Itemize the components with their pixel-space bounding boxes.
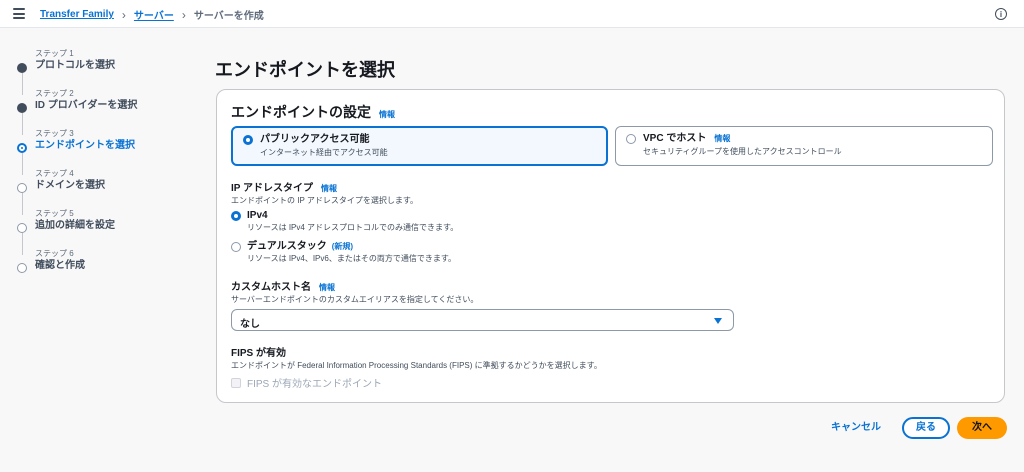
step-title: エンドポイントを選択: [35, 140, 135, 151]
info-link[interactable]: 情報: [319, 282, 335, 294]
option-title: IPv4: [247, 210, 268, 221]
option-description: インターネット経由でアクセス可能: [260, 148, 388, 157]
chevron-right-icon: ›: [121, 7, 126, 22]
option-title-text: デュアルスタック: [247, 241, 327, 252]
step-2[interactable]: ステップ 2 ID プロバイダーを選択: [17, 89, 177, 135]
wizard-steps: ステップ 1 プロトコルを選択 ステップ 2 ID プロバイダーを選択 ステップ…: [17, 49, 177, 289]
radio-button[interactable]: [231, 211, 241, 221]
endpoint-option-vpc[interactable]: VPC でホスト 情報 セキュリティグループを使用したアクセスコントロール: [615, 126, 993, 166]
radio-button[interactable]: [626, 134, 636, 144]
custom-hostname-section: カスタムホスト名 情報 サーバーエンドポイントのカスタムエイリアスを指定してくだ…: [231, 282, 478, 305]
endpoint-option-public[interactable]: パブリックアクセス可能 インターネット経由でアクセス可能: [231, 126, 608, 166]
step-number: ステップ 1: [35, 49, 74, 58]
step-pending-icon: [17, 223, 27, 233]
info-link[interactable]: 情報: [321, 183, 337, 195]
page-title: エンドポイントを選択: [215, 60, 395, 80]
breadcrumb-transfer-family[interactable]: Transfer Family: [40, 9, 114, 20]
info-icon[interactable]: i: [995, 8, 1007, 20]
step-pending-icon: [17, 263, 27, 273]
step-title: 確認と作成: [35, 260, 85, 271]
step-number: ステップ 6: [35, 249, 74, 258]
ip-address-type-section: IP アドレスタイプ 情報 エンドポイントの IP アドレスタイプを選択します。: [231, 183, 418, 206]
select-value: なし: [240, 319, 260, 330]
step-number: ステップ 5: [35, 209, 74, 218]
step-title: プロトコルを選択: [35, 60, 115, 71]
radio-button[interactable]: [243, 135, 253, 145]
fips-checkbox-row: FIPS が有効なエンドポイント: [231, 375, 382, 390]
top-navigation-bar: Transfer Family › サーバー › サーバーを作成 i: [0, 0, 1024, 28]
field-description: エンドポイントが Federal Information Processing …: [231, 361, 602, 370]
back-button[interactable]: 戻る: [902, 417, 950, 439]
info-link[interactable]: 情報: [379, 109, 395, 120]
step-5: ステップ 5 追加の詳細を設定: [17, 209, 177, 255]
card-title: エンドポイントの設定: [231, 104, 371, 120]
menu-icon[interactable]: [13, 8, 25, 19]
step-number: ステップ 3: [35, 129, 74, 138]
step-title: 追加の詳細を設定: [35, 220, 115, 231]
step-title: ドメインを選択: [35, 180, 105, 191]
step-pending-icon: [17, 183, 27, 193]
field-label-text: カスタムホスト名: [231, 282, 311, 293]
next-button[interactable]: 次へ: [957, 417, 1007, 439]
caret-down-icon: [714, 318, 722, 324]
step-3: ステップ 3 エンドポイントを選択: [17, 129, 177, 175]
radio-button[interactable]: [231, 242, 241, 252]
step-complete-icon: [17, 63, 27, 73]
field-label-text: IP アドレスタイプ: [231, 183, 314, 194]
field-description: サーバーエンドポイントのカスタムエイリアスを指定してください。: [231, 295, 479, 304]
step-title: ID プロバイダーを選択: [35, 100, 138, 111]
fips-section: FIPS が有効 エンドポイントが Federal Information Pr…: [231, 348, 602, 371]
fips-checkbox: [231, 377, 241, 388]
step-number: ステップ 4: [35, 169, 74, 178]
option-title-text: VPC でホスト: [643, 133, 707, 144]
field-label: IP アドレスタイプ 情報: [231, 183, 418, 195]
option-title: パブリックアクセス可能: [260, 134, 596, 146]
step-1[interactable]: ステップ 1 プロトコルを選択: [17, 49, 177, 95]
option-title: デュアルスタック (新規): [247, 241, 456, 253]
checkbox-label: FIPS が有効なエンドポイント: [247, 379, 383, 390]
step-4: ステップ 4 ドメインを選択: [17, 169, 177, 215]
card-header: エンドポイントの設定 情報: [231, 102, 395, 122]
new-badge: (新規): [331, 242, 354, 251]
field-label: カスタムホスト名 情報: [231, 282, 478, 294]
option-title: VPC でホスト 情報: [643, 133, 982, 145]
step-current-icon: [17, 143, 27, 153]
option-description: リソースは IPv4、IPv6、またはその両方で通信できます。: [247, 254, 457, 263]
step-complete-icon: [17, 103, 27, 113]
step-6: ステップ 6 確認と作成: [17, 249, 177, 289]
field-label: FIPS が有効: [231, 348, 287, 359]
endpoint-settings-card: エンドポイントの設定 情報 パブリックアクセス可能 インターネット経由でアクセス…: [216, 89, 1005, 403]
ip-address-type-options: IPv4 リソースは IPv4 アドレスプロトコルでのみ通信できます。 デュアル…: [231, 210, 631, 270]
breadcrumb-current: サーバーを作成: [193, 11, 264, 22]
step-number: ステップ 2: [35, 89, 74, 98]
breadcrumb-servers[interactable]: サーバー: [134, 7, 174, 22]
ip-option-dual-stack[interactable]: デュアルスタック (新規) リソースは IPv4、IPv6、またはその両方で通信…: [231, 241, 456, 264]
breadcrumb: Transfer Family › サーバー › サーバーを作成: [40, 7, 264, 23]
ip-option-ipv4[interactable]: IPv4 リソースは IPv4 アドレスプロトコルでのみ通信できます。: [231, 210, 458, 233]
option-title-text: パブリックアクセス可能: [260, 134, 370, 145]
info-link[interactable]: 情報: [714, 133, 730, 145]
cancel-button[interactable]: キャンセル: [826, 418, 886, 438]
field-description: エンドポイントの IP アドレスタイプを選択します。: [231, 196, 419, 205]
option-description: リソースは IPv4 アドレスプロトコルでのみ通信できます。: [247, 223, 459, 232]
chevron-right-icon: ›: [181, 7, 186, 22]
custom-hostname-select[interactable]: なし: [231, 309, 734, 331]
option-description: セキュリティグループを使用したアクセスコントロール: [643, 147, 842, 156]
